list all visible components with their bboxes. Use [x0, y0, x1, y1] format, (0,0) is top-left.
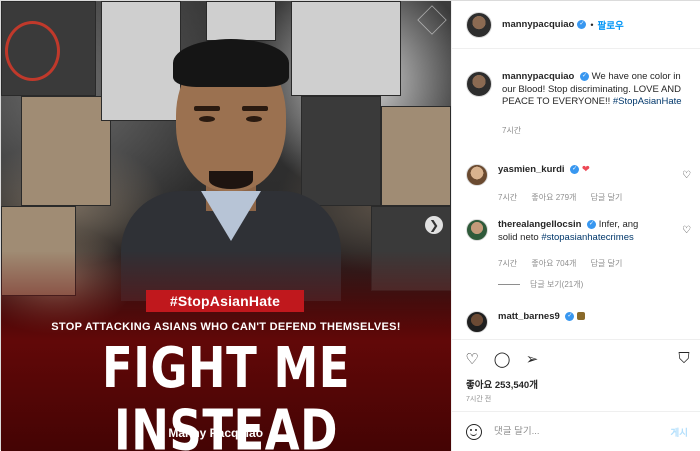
caption-hashtag[interactable]: #StopAsianHate [613, 96, 682, 107]
comment-likes[interactable]: 좋아요 704개 [531, 259, 576, 268]
collage-panel [21, 96, 111, 206]
portrait-hair [173, 39, 289, 87]
like-comment-heart-icon[interactable]: ♡ [682, 170, 691, 181]
collage-panel [101, 1, 181, 121]
instagram-post-modal: #StopAsianHate STOP ATTACKING ASIANS WHO… [0, 0, 700, 451]
comment-time[interactable]: 7시간 [498, 193, 517, 202]
verified-badge-icon: ✓ [577, 20, 587, 29]
post-image[interactable]: #StopAsianHate STOP ATTACKING ASIANS WHO… [1, 1, 451, 451]
post-caption: mannypacquiao ✓ We have one color in our… [466, 71, 691, 136]
portrait-brow [242, 106, 268, 111]
add-comment-bar: 게시 [452, 411, 700, 451]
comment-hashtag[interactable]: #stopasianhatecrimes [541, 232, 633, 243]
comment-username[interactable]: yasmien_kurdi [498, 164, 565, 175]
hashtag-banner: #StopAsianHate [146, 290, 304, 312]
comment-item: matt_barnes9 ✓ [466, 311, 691, 333]
verified-badge-icon: ✓ [587, 219, 597, 229]
header-username[interactable]: mannypacquiao [502, 19, 574, 30]
comment-input[interactable] [494, 426, 671, 437]
portrait-eye [199, 116, 215, 122]
bookmark-icon[interactable]: ⛉ [674, 350, 694, 367]
posted-time[interactable]: 7시간 전 [466, 394, 491, 404]
caption-username[interactable]: mannypacquiao [502, 71, 574, 82]
collage-panel [301, 96, 381, 206]
red-circle-highlight [5, 21, 60, 81]
reply-button[interactable]: 답글 달기 [591, 259, 623, 268]
share-paper-plane-icon[interactable]: ➢ [522, 350, 542, 368]
avatar[interactable] [466, 164, 488, 186]
comment-text: ❤ [581, 164, 590, 175]
poster-attribution: - Manny Pacquiao [161, 426, 264, 440]
comment-likes[interactable]: 좋아요 279개 [531, 193, 576, 202]
emoji-smiley-icon[interactable] [466, 423, 482, 440]
likes-count[interactable]: 좋아요 253,540개 [466, 377, 538, 391]
verified-badge-icon: ✓ [565, 311, 575, 321]
comments-list[interactable]: mannypacquiao ✓ We have one color in our… [452, 49, 700, 339]
comment-username[interactable]: matt_barnes9 [498, 311, 560, 322]
verified-badge-icon: ✓ [579, 71, 589, 81]
emoji-icon [577, 312, 586, 321]
caption-time[interactable]: 7시간 [502, 125, 691, 136]
replies-divider [498, 284, 520, 286]
comment-item: therealangellocsin ✓ Infer, ang solid ne… [466, 219, 691, 290]
comment-item: yasmien_kurdi ✓ ❤ ♡ 7시간 좋아요 279개 답글 달기 [466, 164, 691, 203]
collage-panel [381, 106, 451, 206]
post-header: mannypacquiao ✓ • 팔로우 [452, 1, 700, 49]
separator-dot: • [590, 19, 594, 30]
collage-panel [206, 1, 276, 41]
portrait-eye [246, 116, 262, 122]
comment-time[interactable]: 7시간 [498, 259, 517, 268]
post-actions: ♡ ◯ ➢ ⛉ 좋아요 253,540개 7시간 전 [452, 339, 700, 411]
avatar[interactable] [466, 11, 492, 38]
like-comment-heart-icon[interactable]: ♡ [682, 225, 691, 236]
avatar[interactable] [466, 71, 492, 97]
post-comment-button[interactable]: 게시 [671, 425, 688, 439]
verified-badge-icon: ✓ [570, 164, 580, 174]
collage-panel [291, 1, 401, 96]
comment-bubble-icon[interactable]: ◯ [492, 350, 512, 368]
view-replies-label: 답글 보기(21개) [530, 280, 584, 289]
portrait-beard [209, 171, 253, 189]
post-sidebar: mannypacquiao ✓ • 팔로우 mannypacquiao ✓ We… [451, 1, 700, 451]
follow-button[interactable]: 팔로우 [597, 18, 623, 32]
like-heart-icon[interactable]: ♡ [462, 350, 482, 368]
avatar[interactable] [466, 311, 488, 333]
reply-button[interactable]: 답글 달기 [591, 193, 623, 202]
portrait-brow [194, 106, 220, 111]
next-image-button[interactable]: ❯ [425, 216, 443, 234]
poster-subheading: STOP ATTACKING ASIANS WHO CAN'T DEFEND T… [51, 321, 401, 333]
avatar[interactable] [466, 219, 488, 241]
comment-username[interactable]: therealangellocsin [498, 219, 581, 230]
view-replies-button[interactable]: 답글 보기(21개) [498, 279, 691, 290]
